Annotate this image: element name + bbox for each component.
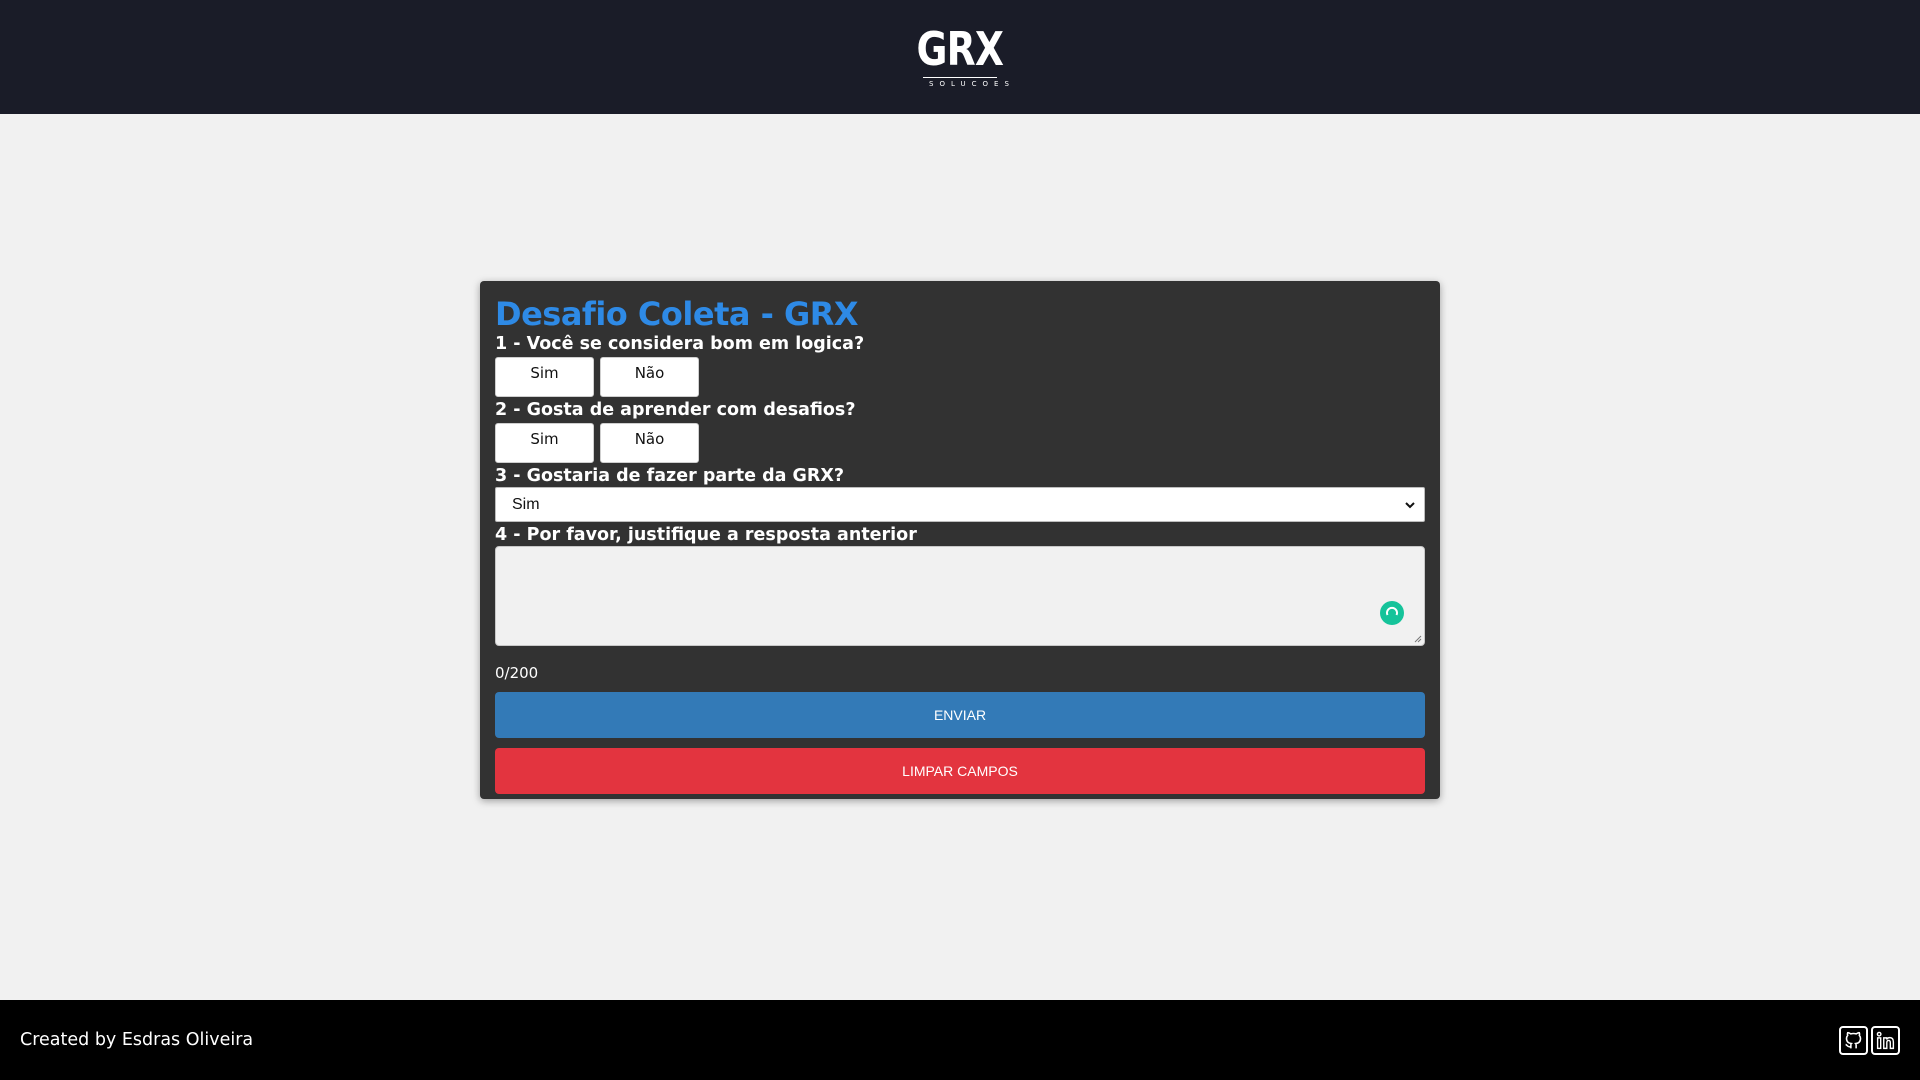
clear-fields-button[interactable]: LIMPAR CAMPOS bbox=[495, 748, 1425, 794]
question-1-options: Sim Não bbox=[495, 357, 1425, 397]
question-1-label: 1 - Você se considera bom em logica? bbox=[495, 334, 865, 354]
grammarly-icon[interactable] bbox=[1380, 601, 1404, 625]
q3-select[interactable]: Sim bbox=[495, 487, 1425, 522]
chevron-down-icon bbox=[1405, 501, 1415, 508]
q1-no-button[interactable]: Não bbox=[600, 357, 699, 397]
question-2-options: Sim Não bbox=[495, 423, 1425, 463]
q3-selected-value: Sim bbox=[512, 495, 540, 513]
send-button[interactable]: ENVIAR bbox=[495, 692, 1425, 738]
question-3-label: 3 - Gostaria de fazer parte da GRX? bbox=[495, 466, 845, 486]
char-counter: 0/200 bbox=[495, 664, 539, 682]
q2-no-button[interactable]: Não bbox=[600, 423, 699, 463]
footer-credit: Created by Esdras Oliveira bbox=[20, 1030, 254, 1050]
question-4-label: 4 - Por favor, justifique a resposta ant… bbox=[495, 525, 917, 545]
top-header: GRX SOLUCOES bbox=[0, 0, 1920, 114]
form-card: Desafio Coleta - GRX 1 - Você se conside… bbox=[480, 281, 1440, 799]
resize-grip-icon[interactable] bbox=[1414, 635, 1422, 643]
question-2-label: 2 - Gosta de aprender com desafios? bbox=[495, 400, 856, 420]
footer: Created by Esdras Oliveira bbox=[0, 1000, 1920, 1080]
form-title: Desafio Coleta - GRX bbox=[495, 295, 859, 333]
social-links bbox=[1839, 1025, 1900, 1055]
logo-subtitle: SOLUCOES bbox=[923, 76, 1009, 88]
q1-yes-button[interactable]: Sim bbox=[495, 357, 594, 397]
grx-logo: GRX SOLUCOES bbox=[907, 25, 1013, 88]
logo-main-text: GRX bbox=[916, 21, 1004, 76]
github-icon[interactable] bbox=[1839, 1025, 1868, 1055]
linkedin-icon[interactable] bbox=[1871, 1025, 1900, 1055]
q2-yes-button[interactable]: Sim bbox=[495, 423, 594, 463]
justification-textarea[interactable] bbox=[495, 546, 1425, 646]
